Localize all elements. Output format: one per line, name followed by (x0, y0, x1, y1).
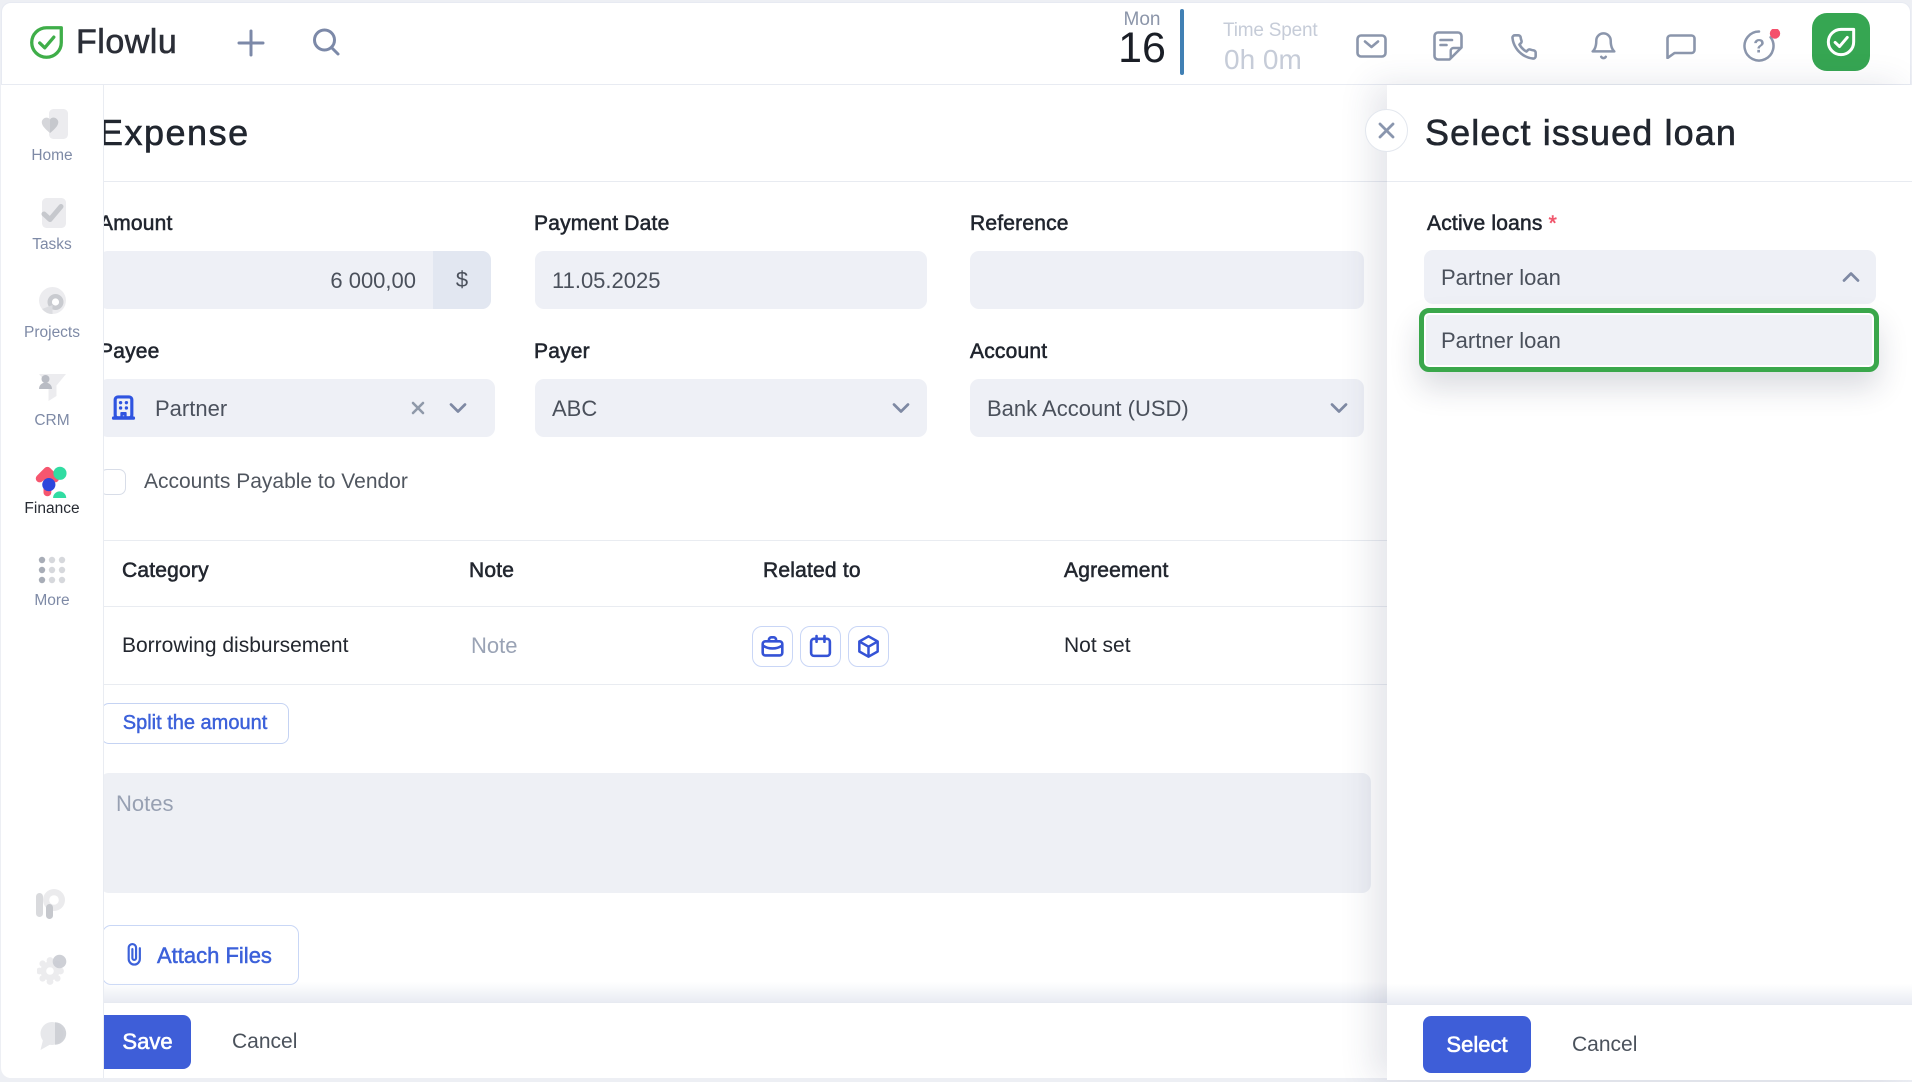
svg-text:?: ? (1753, 37, 1765, 58)
